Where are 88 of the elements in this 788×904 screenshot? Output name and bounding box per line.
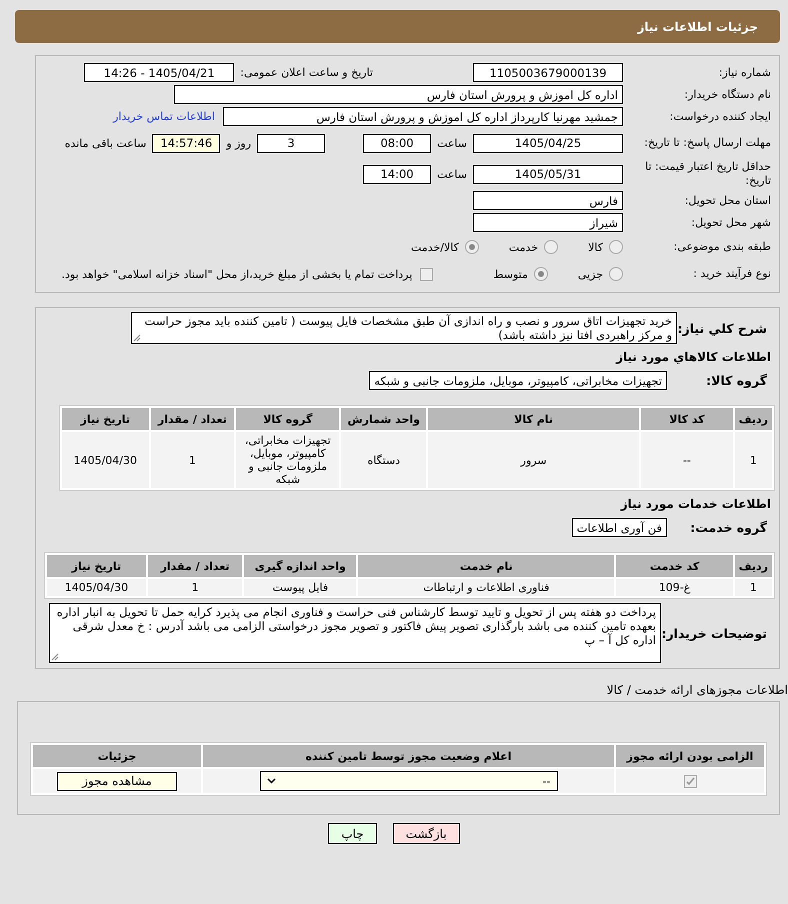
description-textarea[interactable]: خرید تجهیزات اتاق سرور و نصب و راه اندازی آن طبق مشخصات فایل پیوست ( تامین کننده باید مجوز حراست و مرکز راهبردی افتا نیز داشته باشد) <box>131 312 677 344</box>
remaining-time-field: 14:57:46 <box>152 134 220 152</box>
column-header: تعداد / مقدار <box>150 408 234 430</box>
checkbox[interactable] <box>420 268 434 280</box>
page-title: جزئیات اطلاعات نیاز <box>637 20 758 34</box>
radio-button[interactable] <box>609 240 623 254</box>
section-heading: اطلاعات كالاهاي مورد نياز <box>614 350 771 364</box>
column-header: اعلام وضعیت مجوز توسط تامین کننده <box>203 745 614 767</box>
field-label: توضیحات خریدار: <box>661 626 768 640</box>
checkbox[interactable] <box>684 774 696 788</box>
buyer-notes-textarea[interactable]: پرداخت دو هفته پس از تحویل و تایید توسط کارشناس فنی حراست و فناوری انجام می پذیرد کرایه حمل تا تحویل به انبار اداره بعهده تامین کننده می باشد بارگذاری تصویر پیش فاکتور و تصویر مجوز درخواستی الزامی می باشد آدرس : خ معدل شرقی اداره کل آ – پ <box>49 603 661 663</box>
radio-button[interactable] <box>464 240 479 254</box>
requester-field: جمشید مهرنیا کارپرداز اداره کل اموزش و پرورش استان فارس <box>223 107 623 126</box>
radio-label: متوسط <box>493 268 528 280</box>
table-cell: فایل پیوست <box>244 579 356 596</box>
table-cell: -- <box>641 432 733 488</box>
date-field: 1405/04/25 <box>473 134 623 152</box>
column-header: تعداد / مقدار <box>148 555 242 577</box>
column-header: ردیف <box>734 408 772 430</box>
field-label: مهلت ارسال پاسخ: تا تاریخ: <box>643 136 772 150</box>
column-header: نام خدمت <box>358 555 614 577</box>
chevron-down-icon <box>266 778 276 784</box>
table-cell: 1 <box>148 579 242 596</box>
column-header: ردیف <box>734 555 772 577</box>
date-field: 1405/05/31 <box>473 164 623 184</box>
buyer-contact-link[interactable]: اطلاعات تماس خریدار <box>113 110 215 123</box>
radio-label: کالا/خدمت <box>411 240 459 254</box>
column-header: الزامی بودن ارائه مجوز <box>616 745 764 767</box>
resize-grip-icon <box>133 334 141 342</box>
column-header: نام کالا <box>428 408 640 430</box>
field-label: روز و <box>226 136 252 150</box>
back-button[interactable]: بازگشت <box>392 823 460 844</box>
status-dropdown[interactable]: -- <box>260 771 558 791</box>
field-label: نام دستگاه خریدار: <box>683 88 772 102</box>
field-label: نوع فرآیند خرید : <box>692 267 772 281</box>
table-cell: 1 <box>150 432 234 488</box>
section-heading: اطلاعات مجوزهای ارائه خدمت / کالا <box>606 683 788 697</box>
table-cell: 1 <box>734 432 772 488</box>
time-field: 14:00 <box>363 164 432 184</box>
field-label: گروه کالا: <box>705 373 768 388</box>
view-permit-button[interactable]: مشاهده مجوز <box>57 772 177 790</box>
column-header: تاریخ نیاز <box>47 555 146 577</box>
column-header: واحد شمارش <box>341 408 426 430</box>
need-number-field: 1105003679000139 <box>473 63 623 82</box>
announce-date-field: 1405/04/21 - 14:26 <box>84 63 234 82</box>
radio-button[interactable] <box>544 240 558 254</box>
payment-note: پرداخت تمام یا بخشی از مبلغ خرید،از محل "اسناد خزانه اسلامی" خواهد بود. <box>62 268 412 280</box>
column-header: گروه کالا <box>236 408 340 430</box>
radio-label: خدمت <box>508 240 538 254</box>
table-cell: دستگاه <box>341 432 426 488</box>
field-label: گروه خدمت: <box>689 520 768 535</box>
table-cell: تجهیزات مخابراتی، کامپیوتر، موبایل، ملزومات جانبی و شبکه <box>236 432 340 488</box>
table-cell: 1405/04/30 <box>62 432 149 488</box>
column-header: جزئیات <box>33 745 201 767</box>
table-cell: غ-109 <box>616 579 733 596</box>
radio-label: جزیی <box>578 268 603 280</box>
field-label: ساعت <box>437 136 467 150</box>
buyer-field: اداره کل اموزش و پرورش استان فارس <box>174 85 623 104</box>
field-label: تاریخ و ساعت اعلان عمومی: <box>240 66 373 79</box>
table-cell: سرور <box>428 432 640 488</box>
field-label: ساعت باقی مانده <box>64 136 146 150</box>
days-field: 3 <box>257 134 326 152</box>
field-label: ساعت <box>437 168 467 180</box>
column-header: واحد اندازه گیری <box>244 555 356 577</box>
table-cell: 1 <box>734 579 772 596</box>
field-label: ایجاد کننده درخواست: <box>668 110 772 124</box>
column-header: تاریخ نیاز <box>62 408 149 430</box>
time-field: 08:00 <box>363 134 432 152</box>
field-label: شماره نیاز: <box>718 66 772 80</box>
field-label: شهر محل تحویل: <box>690 216 772 230</box>
field-label: استان محل تحویل: <box>684 194 772 208</box>
field-label: شرح کلي نياز: <box>677 320 768 336</box>
service-group-field: فن آوری اطلاعات <box>572 518 667 537</box>
section-heading: اطلاعات خدمات مورد نیاز <box>619 497 771 511</box>
goods-group-field: تجهیزات مخابراتی، کامپیوتر، موبایل، ملزومات جانبی و شبکه <box>369 371 667 390</box>
print-button[interactable]: چاپ <box>328 823 377 844</box>
field-label: طبقه بندی موضوعی: <box>672 240 772 254</box>
field-label: حداقل تاریخ اعتبار قیمت: تا تاریخ: <box>644 160 772 188</box>
radio-label: کالا <box>588 240 603 254</box>
table-cell: 1405/04/30 <box>47 579 146 596</box>
city-field: شیراز <box>473 213 623 232</box>
resize-grip-icon <box>51 653 59 661</box>
column-header: کد کالا <box>641 408 733 430</box>
province-field: فارس <box>473 191 623 210</box>
radio-button[interactable] <box>609 267 623 281</box>
table-cell: فناوری اطلاعات و ارتباطات <box>358 579 614 596</box>
radio-button[interactable] <box>534 267 548 281</box>
column-header: کد خدمت <box>616 555 733 577</box>
